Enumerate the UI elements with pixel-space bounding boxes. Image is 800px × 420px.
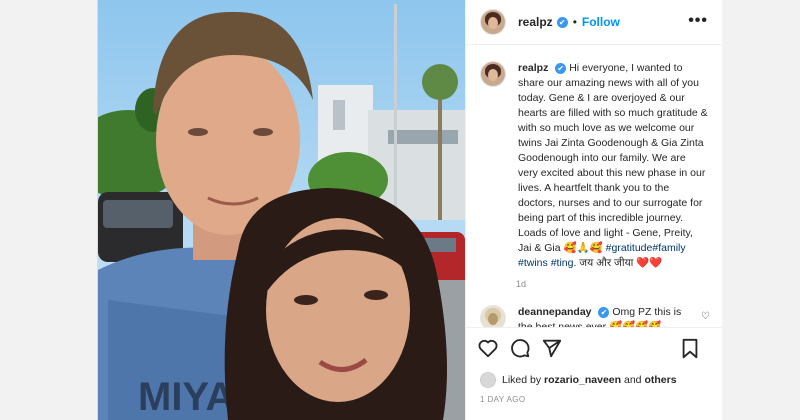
post-timestamp[interactable]: 1 DAY AGO (480, 395, 526, 404)
comment-username[interactable]: deannepanday (518, 306, 592, 318)
commenter-avatar[interactable] (480, 305, 506, 327)
instagram-post: MIYA realpz ✔ • Follow ••• realpz ✔ Hi e… (97, 0, 722, 420)
likes-prefix: Liked by (502, 374, 542, 386)
comments-section[interactable]: realpz ✔ Hi everyone, I wanted to share … (466, 45, 722, 327)
avatar[interactable] (480, 9, 506, 35)
likes-and: and (624, 374, 642, 386)
more-icon[interactable]: ••• (688, 12, 708, 30)
heart-emoji: ❤️❤️ (636, 257, 663, 269)
caption-hindi: . जय और जीया (573, 257, 637, 269)
caption-time[interactable]: 1d (516, 279, 722, 289)
caption: realpz ✔ Hi everyone, I wanted to share … (466, 45, 722, 271)
caption-body: Hi everyone, I wanted to share our amazi… (518, 62, 708, 254)
post-photo[interactable]: MIYA (98, 0, 465, 420)
heart-icon[interactable] (476, 336, 500, 360)
likes-line: Liked by rozario_naveen and others (480, 372, 677, 388)
follow-button[interactable]: Follow (582, 15, 620, 29)
action-bar (466, 327, 722, 367)
hashtag-link[interactable]: #gratitude (606, 242, 653, 254)
hashtag-link[interactable]: #twins (518, 257, 548, 269)
liker-username[interactable]: rozario_naveen (544, 374, 621, 386)
post-side-panel: realpz ✔ • Follow ••• realpz ✔ Hi everyo… (465, 0, 722, 420)
verified-badge-icon: ✔ (556, 16, 568, 28)
comment-text: deannepanday ✔ Omg PZ this is the best n… (518, 305, 688, 327)
header-username[interactable]: realpz (518, 15, 553, 29)
verified-badge-icon: ✔ (598, 306, 610, 318)
caption-text: realpz ✔ Hi everyone, I wanted to share … (518, 61, 708, 271)
avatar[interactable] (480, 61, 506, 87)
verified-badge-icon: ✔ (555, 62, 567, 74)
comment-item: deannepanday ✔ Omg PZ this is the best n… (466, 289, 722, 327)
selfie-image: MIYA (98, 0, 465, 420)
likes-others-link[interactable]: others (644, 374, 676, 386)
hashtag-link[interactable]: #family (652, 242, 685, 254)
comment-like-heart-icon[interactable]: ♡ (701, 311, 710, 322)
liker-avatar[interactable] (480, 372, 496, 388)
post-header: realpz ✔ • Follow ••• (466, 0, 722, 45)
hashtag-link[interactable]: #ting (551, 257, 574, 269)
comment-icon[interactable] (508, 336, 532, 360)
caption-username[interactable]: realpz (518, 62, 548, 74)
svg-text:MIYA: MIYA (138, 375, 234, 419)
share-icon[interactable] (540, 336, 564, 360)
separator-dot: • (572, 15, 577, 29)
bookmark-icon[interactable] (678, 337, 702, 361)
